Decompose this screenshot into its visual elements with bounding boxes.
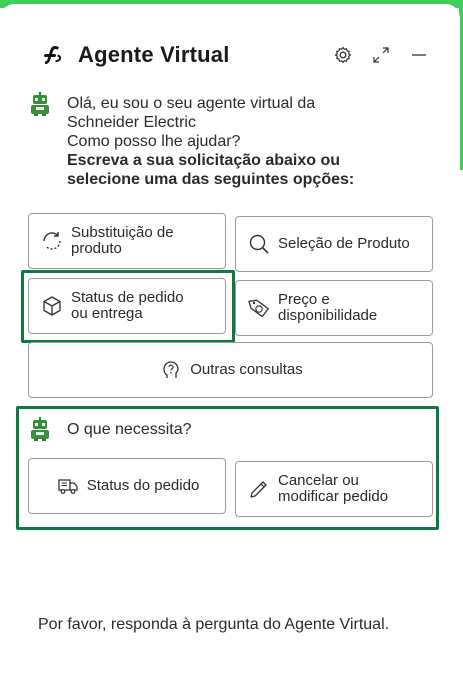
greeting-line: Como posso lhe ajudar? — [67, 133, 241, 150]
option-outras-consultas[interactable]: Outras consultas — [28, 342, 433, 398]
option-preco-disponibilidade[interactable]: Preço e disponibilidade — [235, 280, 433, 336]
expand-icon[interactable] — [370, 44, 392, 66]
greeting-instruction: Escreva a sua solicitação abaixo ou — [67, 152, 341, 169]
followup-question: O que necessita? — [67, 421, 192, 438]
minimize-icon[interactable] — [408, 44, 430, 66]
truck-icon — [55, 473, 81, 499]
greeting-message: Olá, eu sou o seu agente virtual da Schn… — [67, 94, 417, 189]
option-label: modificar pedido — [278, 488, 389, 505]
bot-avatar-icon — [30, 417, 50, 441]
option-selecao-produto[interactable]: Seleção de Produto — [235, 216, 433, 272]
pencil-icon — [246, 476, 272, 502]
schneider-logo-icon — [40, 43, 64, 67]
option-status-pedido-entrega[interactable]: Status de pedido ou entrega — [28, 278, 226, 334]
package-icon — [39, 293, 65, 319]
option-label: Substituição de — [71, 224, 174, 241]
option-label: Status de pedido — [71, 289, 184, 306]
person-question-icon — [158, 357, 184, 383]
option-label: Status do pedido — [86, 477, 200, 494]
page-title: Agente Virtual — [78, 42, 230, 67]
option-label: disponibilidade — [278, 307, 378, 324]
gear-icon[interactable] — [332, 44, 354, 66]
chat-header: Agente Virtual — [40, 40, 430, 70]
greeting-line: Schneider Electric — [67, 114, 196, 131]
footer-prompt: Por favor, responda à pergunta do Agente… — [38, 616, 390, 633]
greeting-instruction: selecione uma das seguintes opções: — [67, 171, 355, 188]
bot-avatar-icon — [30, 92, 50, 116]
search-icon — [246, 231, 272, 257]
refresh-icon — [39, 228, 65, 254]
price-tag-icon — [246, 295, 272, 321]
option-label: Preço e — [278, 291, 330, 308]
greeting-line: Olá, eu sou o seu agente virtual da — [67, 95, 316, 112]
option-cancelar-modificar[interactable]: Cancelar ou modificar pedido — [235, 461, 433, 517]
option-label: ou entrega — [71, 305, 143, 322]
option-status-do-pedido[interactable]: Status do pedido — [28, 458, 226, 514]
option-label: Outras consultas — [190, 361, 303, 378]
option-label: Seleção de Produto — [278, 235, 410, 252]
header-actions — [332, 40, 430, 70]
option-label: produto — [71, 240, 122, 257]
chat-panel: Agente Virtual Olá, eu sou o seu agente … — [0, 4, 460, 688]
option-substituicao-produto[interactable]: Substituição de produto — [28, 213, 226, 269]
option-label: Cancelar ou — [278, 472, 359, 489]
